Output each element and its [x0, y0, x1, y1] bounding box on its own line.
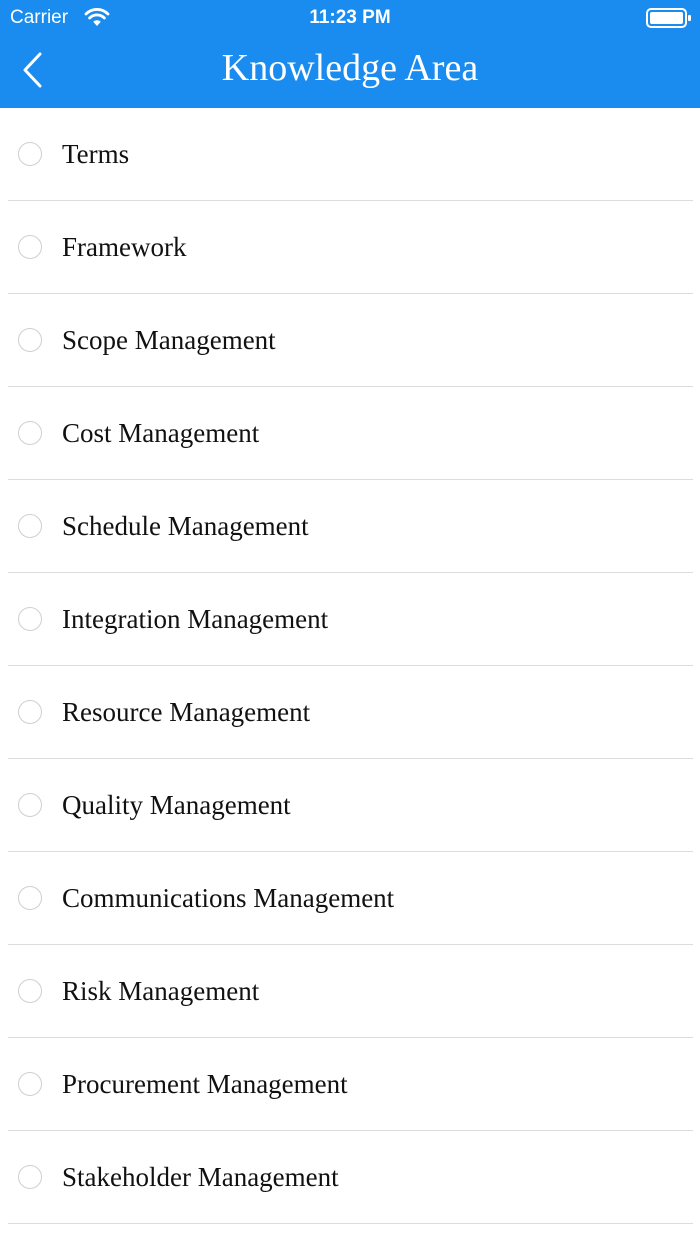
- list-item[interactable]: Schedule Management: [0, 480, 700, 573]
- radio-button-icon[interactable]: [18, 793, 42, 817]
- list-item[interactable]: Communications Management: [0, 852, 700, 945]
- status-time: 11:23 PM: [309, 7, 391, 28]
- navigation-bar: Knowledge Area: [0, 36, 700, 108]
- list-item[interactable]: Resource Management: [0, 666, 700, 759]
- knowledge-area-list: Terms Framework Scope Management Cost Ma…: [0, 108, 700, 1224]
- list-item[interactable]: Terms: [0, 108, 700, 201]
- radio-button-icon[interactable]: [18, 700, 42, 724]
- list-item-label: Risk Management: [62, 976, 260, 1006]
- status-bar: Carrier 11:23 PM: [0, 0, 700, 36]
- radio-button-icon[interactable]: [18, 1072, 42, 1096]
- list-item[interactable]: Stakeholder Management: [0, 1131, 700, 1224]
- list-item-label: Cost Management: [62, 418, 260, 448]
- list-item-label: Stakeholder Management: [62, 1162, 339, 1192]
- radio-button-icon[interactable]: [18, 607, 42, 631]
- radio-button-icon[interactable]: [18, 235, 42, 259]
- list-item[interactable]: Integration Management: [0, 573, 700, 666]
- radio-button-icon[interactable]: [18, 142, 42, 166]
- list-item-label: Procurement Management: [62, 1069, 348, 1099]
- list-item[interactable]: Risk Management: [0, 945, 700, 1038]
- list-item[interactable]: Quality Management: [0, 759, 700, 852]
- list-item-label: Resource Management: [62, 697, 311, 727]
- list-item-label: Terms: [62, 139, 130, 169]
- list-item[interactable]: Scope Management: [0, 294, 700, 387]
- radio-button-icon[interactable]: [18, 421, 42, 445]
- list-item-label: Integration Management: [62, 604, 329, 634]
- radio-button-icon[interactable]: [18, 979, 42, 1003]
- list-item-label: Communications Management: [62, 883, 395, 913]
- list-item-label: Schedule Management: [62, 511, 309, 541]
- radio-button-icon[interactable]: [18, 328, 42, 352]
- radio-button-icon[interactable]: [18, 1165, 42, 1189]
- page-title: Knowledge Area: [221, 47, 479, 89]
- list-item[interactable]: Framework: [0, 201, 700, 294]
- list-item[interactable]: Cost Management: [0, 387, 700, 480]
- battery-icon: [646, 7, 692, 29]
- list-item-label: Scope Management: [62, 325, 276, 355]
- list-item-label: Quality Management: [62, 790, 291, 820]
- radio-button-icon[interactable]: [18, 514, 42, 538]
- list-item-label: Framework: [62, 232, 187, 262]
- list-item[interactable]: Procurement Management: [0, 1038, 700, 1131]
- radio-button-icon[interactable]: [18, 886, 42, 910]
- app-header: Carrier 11:23 PM Knowledge Area: [0, 0, 700, 108]
